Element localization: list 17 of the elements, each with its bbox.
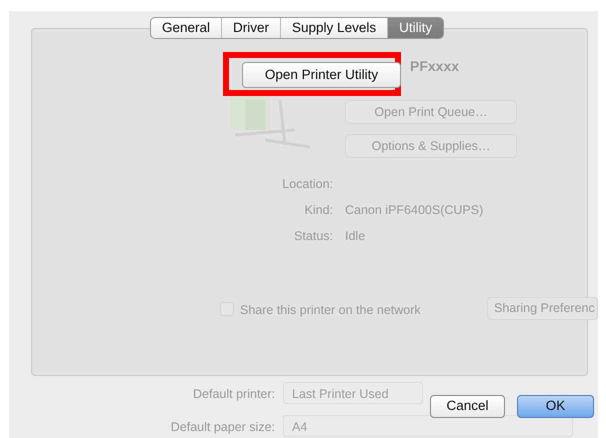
info-value: Canon iPF6400S(CUPS) [345,202,484,219]
tab[interactable]: General [151,18,222,38]
printer-name: PFxxxx [410,57,460,76]
tab[interactable]: Utility [388,18,444,38]
default-label: Default paper size: [170,419,275,436]
default-field: A4 [283,415,573,437]
dialog-button[interactable]: Cancel [430,395,505,418]
default-label: Default printer: [193,386,275,403]
default-field: Last Printer Used [283,382,423,404]
info-label: Location: [282,176,333,193]
share-label: Share this printer on the network [240,302,421,319]
info-value: Idle [345,228,366,245]
info-label: Kind: [304,202,333,219]
dialog-button[interactable]: OK [517,395,594,418]
info-label: Status: [294,228,333,245]
open-printer-utility-button[interactable]: Open Printer Utility [242,62,401,88]
tab[interactable]: Driver [222,18,282,38]
